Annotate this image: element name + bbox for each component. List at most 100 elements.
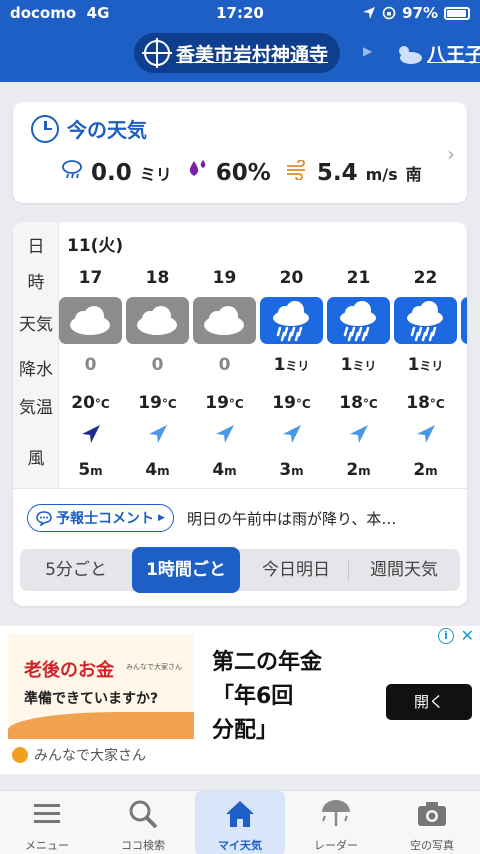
tab-today-tomorrow[interactable]: 今日明日 [244, 549, 348, 591]
nav-radar[interactable]: レーダー [291, 791, 381, 854]
row-labels: 日 時 天気 降水 気温 風 [13, 222, 59, 488]
rain-amount: 0.0 [91, 160, 132, 186]
nav-menu[interactable]: メニュー [2, 791, 92, 854]
current-weather-card[interactable]: 今の天気 0.0 ミリ 60% 5.4 m/s 南 › [13, 102, 467, 203]
temp-value: 19°C [272, 393, 311, 413]
chevron-right-icon: › [447, 142, 455, 166]
hour-label: 17 [78, 268, 103, 288]
humidity-value: 60% [215, 160, 271, 186]
status-bar: docomo 4G 17:20 97% [0, 0, 480, 28]
camera-icon [418, 802, 446, 826]
status-right: 97% [362, 4, 470, 22]
hour-column[interactable]: 19 0 19°C 4m [191, 222, 258, 488]
precip-value: 0 [218, 355, 231, 375]
app-header: docomo 4G 17:20 97% 香美市岩村神通寺 ▶ 八王子 [0, 0, 480, 82]
current-location-button[interactable]: 香美市岩村神通寺 [134, 33, 341, 73]
temp-value: 18°C [406, 393, 445, 413]
ad-left-title: 老後のお金 [24, 660, 114, 681]
next-location-name: 八王子 [427, 44, 480, 66]
hour-label: 18 [145, 268, 170, 288]
speech-bubble-icon [36, 511, 52, 526]
tab-separator [348, 560, 349, 580]
hour-column[interactable]: 18 0 19°C 4m [124, 222, 191, 488]
next-location-button[interactable]: 八王子 [395, 40, 480, 67]
hour-label: 19 [212, 268, 237, 288]
ad-image: 老後のお金 みんなで大家さん 準備できていますか? [8, 634, 194, 739]
current-weather-label: 今の天気 [67, 118, 147, 142]
nav-radar-label: レーダー [314, 839, 358, 852]
current-weather-title: 今の天気 [31, 114, 147, 143]
label-wind: 風 [27, 449, 45, 469]
rain-icon [327, 297, 390, 344]
wind-value: 5m [78, 460, 103, 480]
wind-speed: 5.4 [316, 160, 358, 186]
ad-brand-name: みんなで大家さん [34, 748, 146, 764]
rotation-lock-icon [382, 6, 396, 20]
ad-left-brand: みんなで大家さん [126, 663, 182, 671]
tab-weekly[interactable]: 週間天気 [350, 549, 458, 591]
wind-direction-icon [149, 425, 167, 443]
precip-value: 1ミリ [273, 355, 310, 375]
precip-value: 0 [151, 355, 164, 375]
hour-label: 22 [413, 268, 438, 288]
nav-search[interactable]: ココ検索 [98, 791, 188, 854]
ad-wave-graphic [8, 712, 194, 739]
temp-value: 18°C [339, 393, 378, 413]
nav-search-label: ココ検索 [121, 839, 165, 852]
comment-arrow-icon: ▶ [158, 513, 165, 523]
ad-brand-logo-icon [12, 747, 28, 763]
wind-direction-icon [350, 425, 368, 443]
location-name: 香美市岩村神通寺 [176, 43, 329, 66]
tab-hourly[interactable]: 1時間ごと [132, 547, 240, 593]
label-hour: 時 [27, 273, 45, 293]
hour-column[interactable]: 21 1ミリ 18°C 2m [325, 222, 392, 488]
crosshair-icon [142, 38, 172, 68]
radar-icon [322, 800, 350, 826]
rain-unit: ミリ [139, 165, 172, 184]
wind-value: 3m [279, 460, 304, 480]
wind-unit: m/s [365, 165, 398, 184]
search-icon [129, 800, 158, 829]
label-precip: 降水 [19, 360, 53, 380]
hour-column[interactable]: 17 0 20°C 5m [57, 222, 124, 488]
tab-5min[interactable]: 5分ごと [20, 549, 132, 591]
temp-value: 19°C [138, 393, 177, 413]
rain-cloud-icon [62, 160, 82, 179]
temp-value: 19°C [205, 393, 244, 413]
forecast-interval-tabs: 5分ごと 1時間ごと 今日明日 週間天気 [20, 547, 460, 593]
ad-headline: 第二の年金 「年6回 分配」 [212, 646, 322, 748]
hour-column[interactable]: 22 1ミリ 18°C 2m [392, 222, 459, 488]
ad-left-subtitle: 準備できていますか? [24, 691, 159, 707]
comment-label: 予報士コメント [56, 511, 154, 527]
wind-value: 4m [145, 460, 170, 480]
nav-my-weather-label: マイ天気 [218, 839, 262, 852]
wind-value: 2m [413, 460, 438, 480]
wind-direction-icon [417, 425, 435, 443]
nav-sky-photo-label: 空の写真 [410, 839, 454, 852]
battery-icon [444, 6, 470, 20]
cloudy-icon [126, 297, 189, 344]
home-icon [226, 801, 254, 827]
hour-column[interactable]: 20 1ミリ 19°C 3m [258, 222, 325, 488]
ad-brand: みんなで大家さん [12, 745, 146, 765]
ad-headline-line3: 分配」 [212, 718, 279, 743]
wind-value: 2m [346, 460, 371, 480]
forecaster-comment-button[interactable]: 予報士コメント ▶ [27, 504, 174, 532]
rain-icon [461, 297, 467, 344]
cloudy-icon [59, 297, 122, 344]
humidity-drop-icon [189, 160, 206, 176]
temp-value: 20°C [71, 393, 110, 413]
comment-text[interactable]: 明日の午前中は雨が降り、本… [187, 508, 396, 529]
cloudy-icon [193, 297, 256, 344]
ad-info-icon[interactable]: i [438, 628, 454, 644]
advertisement[interactable]: 老後のお金 みんなで大家さん 準備できていますか? 第二の年金 「年6回 分配」… [0, 626, 480, 774]
label-temp: 気温 [19, 398, 53, 418]
ad-close-icon[interactable]: ✕ [461, 626, 474, 645]
nav-my-weather[interactable]: マイ天気 [195, 791, 285, 854]
hour-label: 21 [346, 268, 371, 288]
ad-open-button[interactable]: 開く [386, 684, 472, 720]
current-weather-stats: 0.0 ミリ 60% 5.4 m/s 南 [61, 158, 422, 186]
sun-cloud-icon [399, 45, 422, 64]
wind-direction: 南 [405, 165, 422, 184]
nav-sky-photo[interactable]: 空の写真 [387, 791, 477, 854]
